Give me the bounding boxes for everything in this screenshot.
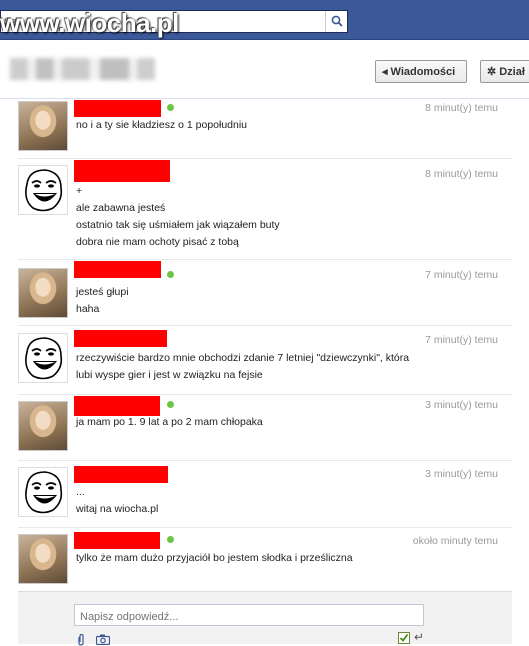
check-icon — [399, 633, 409, 642]
message-line: lubi wyspe gier i jest w związku na fejs… — [76, 369, 263, 381]
chevron-left-icon: ◂ — [382, 66, 388, 78]
redacted-name — [74, 532, 160, 549]
blurred-name — [10, 58, 155, 80]
message: 8 minut(y) temu no i a ty sie kładziesz … — [18, 100, 512, 159]
gear-icon: ✲ — [487, 66, 497, 78]
redacted-name — [74, 261, 161, 278]
avatar[interactable] — [18, 268, 68, 318]
avatar[interactable] — [18, 467, 68, 517]
troll-face-icon — [25, 471, 63, 514]
message-line: dobra nie mam ochoty pisać z tobą — [76, 236, 239, 248]
message-thread: 8 minut(y) temu no i a ty sie kładziesz … — [18, 100, 512, 591]
thread-header: ◂ Wiadomości ✲ Dział — [0, 41, 529, 99]
online-dot-icon — [167, 271, 174, 278]
paperclip-icon[interactable] — [76, 634, 86, 646]
message-body: no i a ty sie kładziesz o 1 popołudniu — [76, 117, 247, 134]
online-dot-icon — [167, 536, 174, 543]
message-body: rzeczywiście bardzo mnie obchodzi zdanie… — [76, 350, 409, 384]
timestamp: około minuty temu — [412, 535, 498, 547]
reply-box: ↵ — [18, 591, 512, 646]
messages-button-label: Wiadomości — [390, 66, 456, 78]
online-dot-icon — [167, 104, 174, 111]
message: 7 minut(y) temu jesteś głupi haha — [18, 260, 512, 326]
watermark: www.wiocha.pl — [0, 8, 179, 38]
camera-icon[interactable] — [96, 634, 110, 645]
message-line: ja mam po 1. 9 lat a po 2 mam chłopaka — [76, 416, 263, 428]
search-button[interactable] — [325, 11, 347, 32]
avatar[interactable] — [18, 101, 68, 151]
message-body: ... witaj na wiocha.pl — [76, 484, 158, 518]
timestamp: 3 minut(y) temu — [425, 399, 498, 411]
enter-to-send-checkbox[interactable] — [398, 632, 410, 644]
timestamp: 8 minut(y) temu — [425, 168, 498, 180]
timestamp: 7 minut(y) temu — [425, 269, 498, 281]
message: około minuty temu tylko że mam dużo przy… — [18, 528, 512, 591]
enter-icon: ↵ — [414, 630, 425, 644]
redacted-name — [74, 330, 167, 347]
message-line: jesteś głupi — [76, 286, 129, 298]
reply-input[interactable] — [74, 604, 424, 626]
redacted-name — [74, 100, 161, 117]
redacted-name — [74, 466, 168, 483]
message-line: rzeczywiście bardzo mnie obchodzi zdanie… — [76, 352, 410, 364]
troll-face-icon — [25, 337, 63, 380]
messages-button[interactable]: ◂ Wiadomości — [375, 60, 467, 83]
message-line: haha — [76, 303, 100, 315]
message-line: tylko że mam dużo przyjaciół bo jestem s… — [76, 552, 353, 564]
message-line: witaj na wiocha.pl — [76, 503, 159, 515]
avatar[interactable] — [18, 534, 68, 584]
redacted-name — [74, 160, 170, 182]
message: 3 minut(y) temu ... witaj na wiocha.pl — [18, 461, 512, 528]
redacted-name — [74, 396, 160, 416]
right-margin — [512, 100, 529, 590]
message-body: + ale zabawna jesteś ostatnio tak się uś… — [76, 183, 280, 251]
troll-face-icon — [25, 169, 63, 212]
avatar[interactable] — [18, 165, 68, 215]
message-line: no i a ty sie kładziesz o 1 popołudniu — [76, 119, 248, 131]
message-body: tylko że mam dużo przyjaciół bo jestem s… — [76, 550, 353, 567]
timestamp: 7 minut(y) temu — [425, 334, 498, 346]
avatar[interactable] — [18, 333, 68, 383]
timestamp: 8 minut(y) temu — [425, 102, 498, 114]
timestamp: 3 minut(y) temu — [425, 468, 498, 480]
message-line: ale zabawna jesteś — [76, 202, 166, 214]
message-line: ... — [76, 486, 85, 498]
online-dot-icon — [167, 401, 174, 408]
message-body: jesteś głupi haha — [76, 284, 129, 318]
actions-button-label: Dział — [499, 66, 525, 78]
avatar[interactable] — [18, 401, 68, 451]
top-bar: www.wiocha.pl — [0, 0, 529, 40]
message: 7 minut(y) temu rzeczywiście bardzo mnie… — [18, 326, 512, 395]
search-icon — [331, 15, 343, 27]
message: 3 minut(y) temu ja mam po 1. 9 lat a po … — [18, 395, 512, 461]
message-line: ostatnio tak się uśmiałem jak wiązałem b… — [76, 219, 280, 231]
message-line: + — [76, 185, 83, 197]
actions-button[interactable]: ✲ Dział — [480, 60, 529, 83]
message: 8 minut(y) temu + ale zabawna jesteś ost… — [18, 159, 512, 260]
message-body: ja mam po 1. 9 lat a po 2 mam chłopaka — [76, 414, 263, 431]
